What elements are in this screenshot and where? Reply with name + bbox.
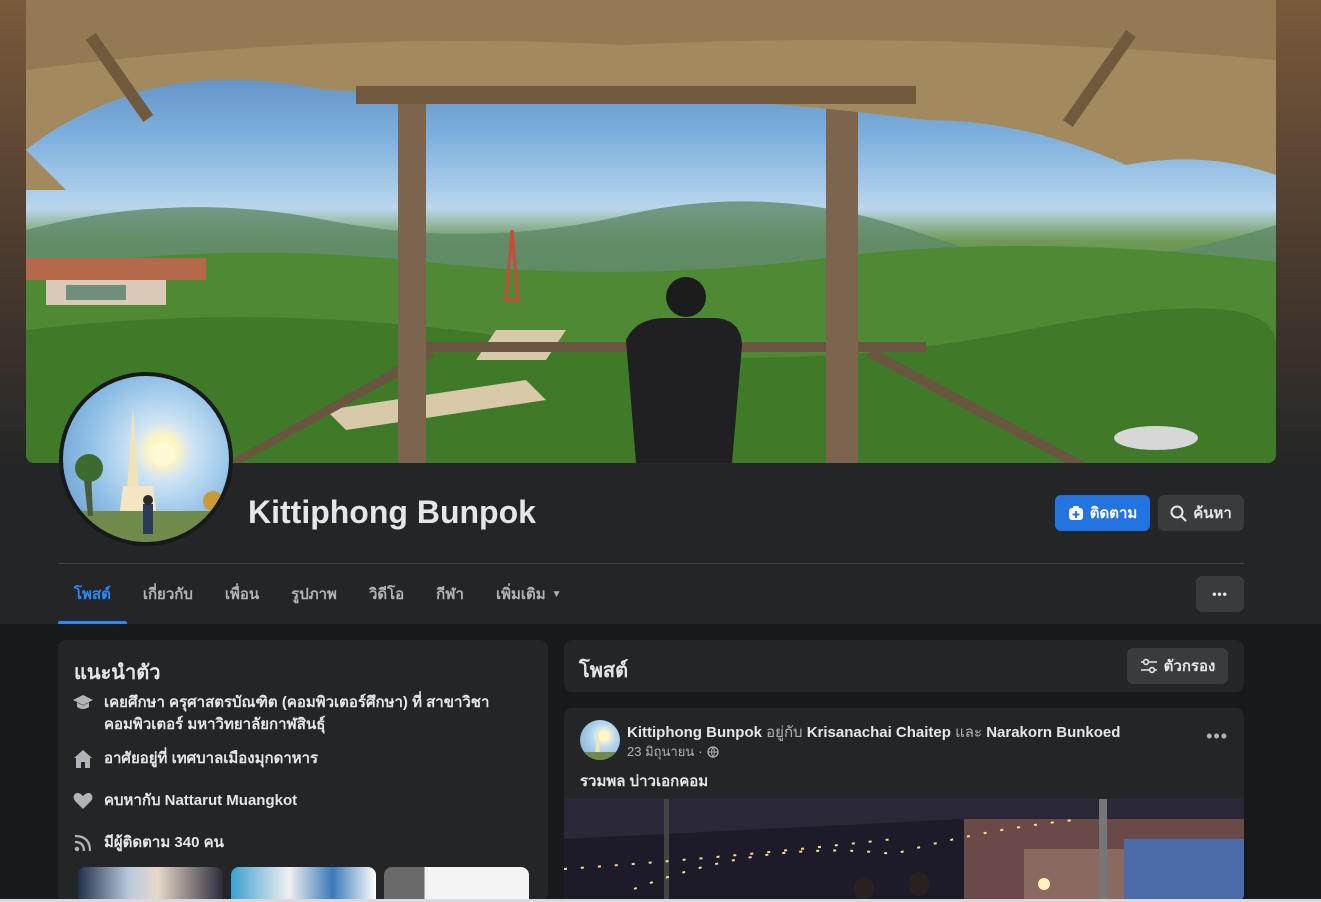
featured-photo[interactable] <box>384 867 529 902</box>
tab-videos[interactable]: วิดีโอ <box>353 564 420 624</box>
intro-relationship: คบหากับ Nattarut Muangkot <box>72 790 297 812</box>
post-and-word: และ <box>955 724 983 741</box>
chevron-down-icon: ▼ <box>551 588 562 600</box>
post-meta: 23 มิถุนายน · <box>627 741 719 762</box>
follow-label: ติดตาม <box>1089 505 1138 522</box>
posts-header-card: โพสต์ ตัวกรอง <box>564 640 1244 692</box>
home-icon <box>72 748 94 770</box>
avatar-illustration <box>63 406 229 542</box>
intro-residence-text[interactable]: อาศัยอยู่ที่ เทศบาลเมืองมุกดาหาร <box>104 748 318 770</box>
intro-education-text: เคยศึกษา ครุศาสตรบัณฑิต (คอมพิวเตอร์ศึกษ… <box>104 694 490 733</box>
tab-label: โพสต์ <box>74 586 111 603</box>
featured-photo[interactable] <box>231 867 376 902</box>
rss-icon <box>72 832 94 854</box>
post-with-word: อยู่กับ <box>766 724 803 741</box>
post-text: รวมพล บ่าวเอกคอม <box>580 773 709 790</box>
search-button[interactable]: ค้นหา <box>1158 495 1244 531</box>
filter-button[interactable]: ตัวกรอง <box>1127 648 1228 684</box>
tab-more[interactable]: เพิ่มเติม ▼ <box>480 564 578 624</box>
post-photo-illustration <box>564 799 1244 902</box>
graduation-cap-icon <box>72 692 94 714</box>
post-avatar-illustration <box>580 726 620 760</box>
filter-icon <box>1140 658 1157 674</box>
follow-button[interactable]: ติดตาม <box>1055 495 1150 531</box>
tab-label: กีฬา <box>436 586 464 603</box>
intro-residence: อาศัยอยู่ที่ เทศบาลเมืองมุกดาหาร <box>72 748 318 770</box>
intro-relationship-text[interactable]: คบหากับ Nattarut Muangkot <box>104 790 297 812</box>
tab-photos[interactable]: รูปภาพ <box>275 564 353 624</box>
intro-followers: มีผู้ติดตาม 340 คน <box>72 832 224 854</box>
tab-label: เพื่อน <box>224 586 260 603</box>
post-separator: · <box>698 744 703 759</box>
post-author-name[interactable]: Kittiphong Bunpok <box>627 724 762 741</box>
tab-friends[interactable]: เพื่อน <box>209 564 275 624</box>
tab-sports[interactable]: กีฬา <box>420 564 480 624</box>
intro-education: เคยศึกษา ครุศาสตรบัณฑิต (คอมพิวเตอร์ศึกษ… <box>72 692 532 736</box>
featured-photos <box>78 867 529 902</box>
tab-label: เกี่ยวกับ <box>142 586 193 603</box>
post-tag-1[interactable]: Krisanachai Chaitep <box>807 724 951 741</box>
intro-card: แนะนำตัว เคยศึกษา ครุศาสตรบัณฑิต (คอมพิว… <box>58 640 548 902</box>
posts-title: โพสต์ <box>579 660 629 682</box>
search-label: ค้นหา <box>1193 505 1232 522</box>
post-author-avatar[interactable] <box>580 720 620 760</box>
tab-label: เพิ่มเติม <box>495 586 546 603</box>
intro-title: แนะนำตัว <box>74 662 161 684</box>
profile-tabs: โพสต์ เกี่ยวกับ เพื่อน รูปภาพ วิดีโอ กีฬ… <box>58 564 578 624</box>
profile-more-button[interactable]: ••• <box>1196 576 1244 612</box>
globe-icon <box>706 745 719 758</box>
post-options-button[interactable]: ••• <box>1206 726 1228 747</box>
more-label: ••• <box>1212 587 1228 601</box>
tab-about[interactable]: เกี่ยวกับ <box>127 564 209 624</box>
filter-label: ตัวกรอง <box>1163 658 1216 675</box>
featured-photo[interactable] <box>78 867 223 902</box>
post-tag-2[interactable]: Narakorn Bunkoed <box>986 724 1120 741</box>
profile-avatar[interactable] <box>59 372 233 546</box>
post-date[interactable]: 23 มิถุนายน <box>627 741 694 762</box>
tab-label: รูปภาพ <box>291 586 337 603</box>
search-icon <box>1170 505 1187 521</box>
tab-label: วิดีโอ <box>368 586 405 603</box>
intro-followers-text[interactable]: มีผู้ติดตาม 340 คน <box>104 832 224 854</box>
heart-icon <box>72 790 94 812</box>
post-card: Kittiphong Bunpok อยู่กับ Krisanachai Ch… <box>564 708 1244 902</box>
profile-name: Kittiphong Bunpok <box>248 494 536 530</box>
tab-posts[interactable]: โพสต์ <box>58 564 127 624</box>
follow-icon <box>1068 506 1083 520</box>
post-photo[interactable] <box>564 799 1244 902</box>
